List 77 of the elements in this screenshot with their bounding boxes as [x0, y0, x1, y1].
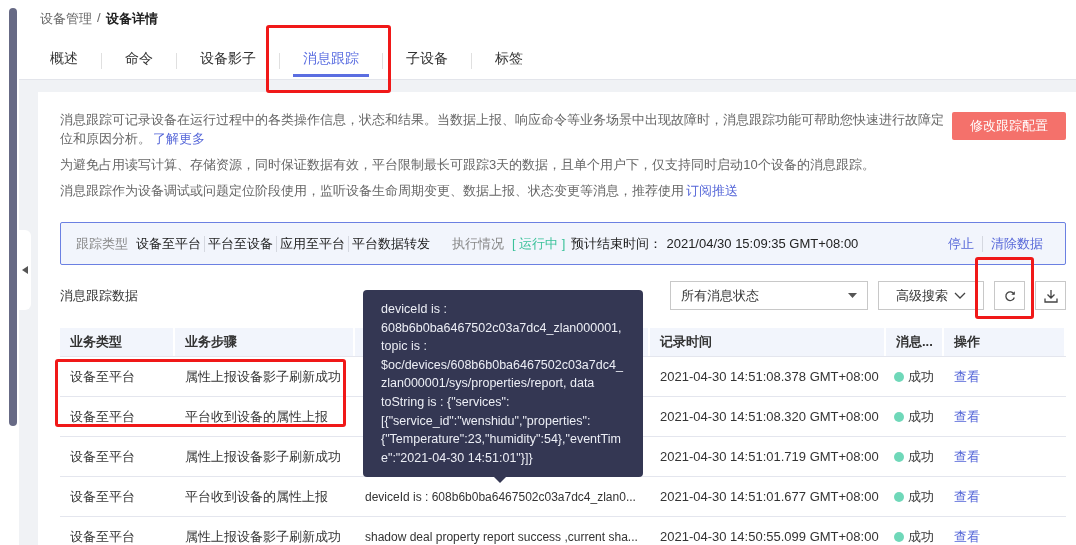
status-dot	[894, 491, 904, 502]
tab[interactable]: 标签	[485, 50, 533, 77]
status-dot	[894, 411, 904, 422]
tab[interactable]: 概述	[40, 50, 88, 77]
breadcrumb-separator: /	[97, 10, 101, 27]
status-dot	[894, 451, 904, 462]
config-button[interactable]: 修改跟踪配置	[952, 112, 1066, 140]
table-cell-text: 设备至平台	[69, 407, 136, 426]
view-link[interactable]: 查看	[954, 368, 980, 384]
column-header: 记录时间	[650, 328, 886, 356]
table-cell-text: 平台收到设备的属性上报	[184, 407, 329, 426]
breadcrumb-current: 设备详情	[105, 10, 158, 28]
end-time-text: 2021/04/30 15:09:35 GMT+08:00	[666, 236, 859, 251]
label-text: 预计结束时间：	[571, 234, 663, 253]
tab[interactable]: 设备影子	[190, 50, 266, 77]
trace-type-text: 平台数据转发	[352, 234, 430, 253]
view-link[interactable]: 查看	[954, 448, 980, 464]
download-icon	[1043, 288, 1058, 303]
table-cell: deviceId is : 608b6b0ba6467502c03a7dc4_zlan0...	[365, 490, 636, 504]
status-text: 成功	[908, 487, 934, 506]
refresh-icon	[1003, 289, 1016, 302]
tab[interactable]: 命令	[115, 50, 163, 77]
description-text: 为避免占用读写计算、存储资源，同时保证数据有效，平台限制最长可跟踪3天的数据，且单个用户下，仅支持同时启动10个设备的消息跟踪。	[60, 156, 876, 174]
table-cell-text: 2021-04-30 14:51:01.677 GMT+08:00	[659, 489, 880, 504]
label-text: 跟踪类型	[76, 234, 128, 253]
view-link[interactable]: 查看	[954, 528, 980, 544]
status-dropdown[interactable]: 所有消息状态	[670, 281, 868, 310]
label-text: 执行情况	[452, 234, 504, 253]
table-cell-text: 设备至平台	[69, 447, 136, 466]
tab[interactable]: 子设备	[396, 50, 458, 77]
column-header: 消息...	[886, 328, 944, 356]
table-cell-text: 属性上报设备影子刷新成功	[184, 367, 342, 386]
advanced-search-button[interactable]: 高级搜索	[878, 281, 984, 310]
table-cell-text: 2021-04-30 14:50:55.099 GMT+08:00	[659, 529, 880, 544]
trace-type-text: 平台至设备	[208, 234, 273, 253]
section-title: 消息跟踪数据	[60, 286, 138, 305]
table-cell-text: 2021-04-30 14:51:08.320 GMT+08:00	[659, 409, 880, 424]
description-text: 消息跟踪可记录设备在运行过程中的各类操作信息，状态和结果。当数据上报、响应命令等业务场景中出现故障时，消息跟踪功能可帮助您快速进行故障定位和原因分析。了解更多	[60, 111, 945, 148]
table-cell-text: 2021-04-30 14:51:01.719 GMT+08:00	[659, 449, 880, 464]
table-cell-text: 属性上报设备影子刷新成功	[184, 447, 342, 466]
scrollbar[interactable]	[9, 8, 17, 426]
table-cell-text: 2021-04-30 14:51:08.378 GMT+08:00	[659, 369, 880, 384]
table-cell-text: 平台收到设备的属性上报	[184, 487, 329, 506]
link[interactable]: 了解更多	[153, 131, 205, 146]
caret-left-icon	[22, 266, 28, 274]
view-link[interactable]: 查看	[954, 408, 980, 424]
status-text: 成功	[908, 527, 934, 545]
tab[interactable]: 消息跟踪	[293, 50, 369, 77]
status-text: 成功	[908, 447, 934, 466]
description-text: 消息跟踪作为设备调试或问题定位阶段使用，监听设备生命周期变更、数据上报、状态变更等消息，推荐使用 订阅推送	[60, 182, 739, 200]
status-dot	[894, 531, 904, 542]
caret-down-icon	[848, 293, 857, 298]
action-link[interactable]: 停止	[948, 234, 974, 253]
table-cell: shadow deal property report success ,current sha...	[365, 530, 638, 544]
status-text: 成功	[908, 407, 934, 426]
tooltip-arrow	[494, 477, 506, 484]
table-cell-text: 设备至平台	[69, 527, 136, 545]
trace-type-text: 应用至平台	[280, 234, 345, 253]
column-header: 业务类型	[60, 328, 175, 356]
table-cell-text: 属性上报设备影子刷新成功	[184, 527, 342, 545]
collapse-toggle[interactable]	[19, 230, 31, 310]
column-header: 操作	[944, 328, 1066, 356]
status-text: 成功	[908, 367, 934, 386]
download-button[interactable]	[1035, 281, 1066, 310]
refresh-button[interactable]	[994, 281, 1025, 310]
view-link[interactable]: 查看	[954, 488, 980, 504]
link[interactable]: 订阅推送	[686, 183, 738, 198]
trace-type-text: 设备至平台	[136, 234, 201, 253]
status-text: [ 运行中 ]	[512, 234, 566, 253]
column-header: 业务步骤	[175, 328, 355, 356]
table-cell-text: 设备至平台	[69, 367, 136, 386]
breadcrumb-link[interactable]: 设备管理	[40, 10, 92, 28]
tooltip: deviceId is : 608b6b0ba6467502c03a7dc4_zlan000001, topic is : $oc/devices/608b6b0ba6467502c03a7dc4_zlan000001/sys/properties/report, data toString is : {"services":[{"service_id":"wenshidu","properties":{"Temperature":23,"humidity":54},"eventTime":"2021-04-30 14:51:01"}]}	[363, 290, 643, 478]
table-cell-text: 设备至平台	[69, 487, 136, 506]
status-dot	[894, 371, 904, 382]
action-link[interactable]: 清除数据	[991, 234, 1043, 253]
chevron-down-icon	[954, 292, 966, 299]
